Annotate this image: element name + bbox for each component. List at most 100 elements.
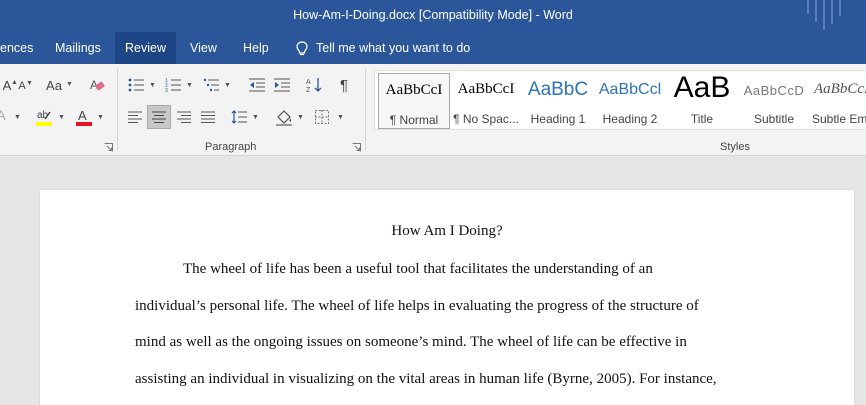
- change-case-caret-icon: ▼: [66, 81, 73, 88]
- tab-view[interactable]: View: [180, 32, 227, 64]
- align-center-button[interactable]: [147, 105, 171, 129]
- sort-button[interactable]: A Z: [305, 76, 323, 94]
- highlight-caret-icon: ▼: [58, 114, 65, 121]
- style-heading-2-sample: AaBbCcl: [598, 81, 662, 98]
- bullets-icon: [128, 78, 144, 92]
- style-no-spacing-label: ¶ No Spac...: [453, 112, 519, 126]
- font-color-caret-icon: ▼: [97, 114, 104, 121]
- tab-help[interactable]: Help: [233, 32, 279, 64]
- text-effects-label: A: [0, 107, 6, 123]
- lightbulb-icon: [296, 41, 308, 55]
- text-effects-caret-icon: ▼: [14, 114, 21, 121]
- style-normal-label: ¶ Normal: [389, 113, 439, 127]
- document-line: individual’s personal life. The wheel of…: [135, 298, 699, 314]
- highlight-button[interactable]: ab: [34, 106, 54, 128]
- align-right-button[interactable]: [176, 108, 192, 126]
- style-normal[interactable]: AaBbCcI ¶ Normal: [378, 73, 450, 129]
- style-no-spacing-sample: AaBbCcI: [457, 81, 515, 97]
- paragraph-dialog-launcher-icon[interactable]: [352, 143, 361, 152]
- line-spacing-button[interactable]: [230, 108, 248, 126]
- tab-references[interactable]: ences: [0, 32, 43, 64]
- style-title-sample: AaB: [673, 73, 731, 104]
- increase-indent-icon: [274, 78, 290, 92]
- style-subtle-emphasis[interactable]: AaBbCcI Subtle Em: [810, 73, 866, 129]
- line-spacing-icon: [231, 110, 247, 124]
- style-subtitle-label: Subtitle: [753, 112, 795, 126]
- clear-formatting-icon: A: [90, 78, 105, 92]
- style-subtle-emphasis-sample: AaBbCcI: [814, 81, 866, 97]
- bullets-caret-icon: ▼: [149, 82, 156, 89]
- borders-icon: [315, 110, 329, 124]
- style-heading-2[interactable]: AaBbCcl Heading 2: [594, 73, 666, 129]
- group-separator: [365, 68, 366, 150]
- change-case-label: Aa: [46, 77, 62, 93]
- increase-indent-button[interactable]: [273, 76, 291, 94]
- sort-icon: A Z: [306, 78, 322, 93]
- change-case-button[interactable]: Aa: [44, 76, 64, 94]
- style-heading-1[interactable]: AaBbC Heading 1: [522, 73, 594, 129]
- document-title: How Am I Doing?: [391, 223, 503, 239]
- shrink-font-caret-icon: ▼: [26, 80, 33, 87]
- document-line: assisting an individual in visualizing o…: [135, 371, 717, 387]
- justify-icon: [201, 111, 215, 123]
- highlighter-icon: ab: [36, 110, 52, 126]
- numbering-caret-icon: ▼: [186, 82, 193, 89]
- ribbon: A ▲ A ▼ Aa ▼ A A ▼ ab ▼ A ▼ ▼ 1 2 3 ▼ ▼ …: [0, 64, 866, 156]
- align-right-icon: [177, 111, 191, 123]
- style-no-spacing[interactable]: AaBbCcI ¶ No Spac...: [450, 73, 522, 129]
- multilevel-caret-icon: ▼: [224, 82, 231, 89]
- decrease-indent-icon: [249, 78, 265, 92]
- style-heading-1-label: Heading 1: [530, 112, 586, 126]
- title-bar: How-Am-I-Doing.docx [Compatibility Mode]…: [0, 0, 866, 32]
- style-subtitle-sample: AaBbCcD: [743, 83, 805, 98]
- clear-formatting-button[interactable]: A: [88, 76, 106, 94]
- svg-text:Z: Z: [306, 87, 311, 93]
- shading-button[interactable]: [274, 107, 294, 127]
- tab-mailings[interactable]: Mailings: [45, 32, 111, 64]
- multilevel-list-button[interactable]: [202, 76, 220, 94]
- document-area[interactable]: How Am I Doing? The wheel of life has be…: [0, 157, 866, 405]
- svg-text:A: A: [306, 79, 311, 86]
- style-normal-sample: AaBbCcI: [385, 82, 443, 98]
- styles-group-label: Styles: [720, 141, 750, 153]
- group-separator: [117, 68, 118, 150]
- style-subtle-emphasis-label: Subtle Em: [812, 112, 866, 126]
- numbering-icon: 123: [165, 78, 181, 92]
- svg-text:3: 3: [165, 88, 168, 92]
- document-line: mind as well as the ongoing issues on so…: [135, 334, 687, 350]
- style-heading-1-sample: AaBbC: [527, 79, 589, 100]
- document-line: The wheel of life has been a useful tool…: [183, 261, 653, 277]
- text-effects-button[interactable]: A: [0, 106, 8, 124]
- align-left-icon: [128, 111, 142, 123]
- show-formatting-marks-button[interactable]: ¶: [336, 76, 352, 94]
- justify-button[interactable]: [200, 108, 216, 126]
- numbering-button[interactable]: 123: [164, 76, 182, 94]
- style-title[interactable]: AaB Title: [666, 73, 738, 129]
- borders-caret-icon: ▼: [337, 114, 344, 121]
- borders-button[interactable]: [313, 108, 331, 126]
- font-dialog-launcher-icon[interactable]: [104, 143, 113, 152]
- align-left-button[interactable]: [127, 108, 143, 126]
- paragraph-group-label: Paragraph: [205, 141, 257, 153]
- shrink-font-label: A: [18, 80, 26, 92]
- font-color-button[interactable]: A: [74, 106, 94, 128]
- bullets-button[interactable]: [127, 76, 145, 94]
- multilevel-list-icon: [203, 78, 219, 92]
- style-heading-2-label: Heading 2: [602, 112, 658, 126]
- decrease-indent-button[interactable]: [248, 76, 266, 94]
- paint-bucket-icon: [276, 110, 292, 126]
- shading-caret-icon: ▼: [297, 114, 304, 121]
- style-title-label: Title: [690, 112, 714, 126]
- styles-gallery: AaBbCcI ¶ Normal AaBbCcI ¶ No Spac... Aa…: [374, 70, 866, 130]
- tell-me-search[interactable]: Tell me what you want to do: [296, 32, 470, 64]
- style-subtitle[interactable]: AaBbCcD Subtitle: [738, 73, 810, 129]
- svg-text:A: A: [78, 108, 87, 123]
- line-spacing-caret-icon: ▼: [252, 114, 259, 121]
- ribbon-tabs: ences Mailings Review View Help Tell me …: [0, 32, 866, 64]
- tab-review[interactable]: Review: [115, 32, 176, 64]
- align-center-icon: [152, 111, 166, 123]
- ribbon-display-icon[interactable]: [798, 0, 858, 32]
- font-color-icon: A: [76, 108, 92, 126]
- window-title: How-Am-I-Doing.docx [Compatibility Mode]…: [293, 8, 573, 22]
- document-page[interactable]: How Am I Doing? The wheel of life has be…: [40, 190, 854, 405]
